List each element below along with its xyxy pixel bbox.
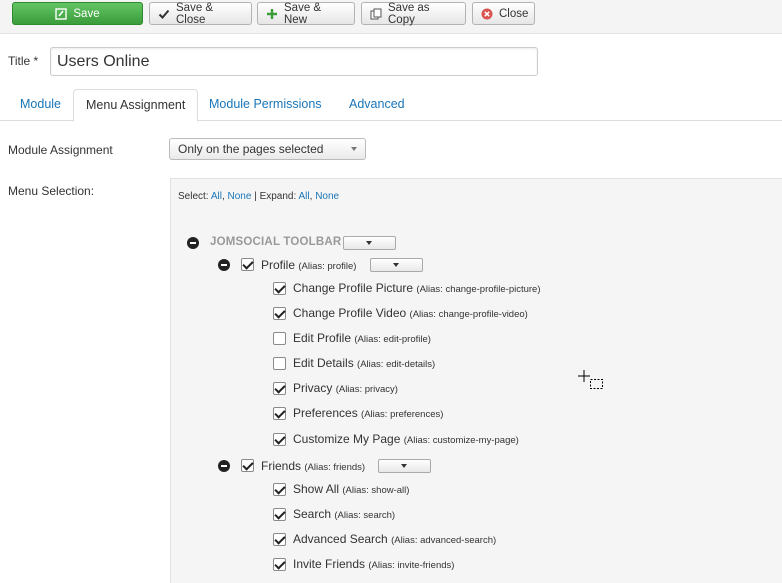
menu-item: Change Profile Video (Alias: change-prof… [293, 306, 528, 320]
module-assignment-label: Module Assignment [8, 143, 113, 157]
menu-item: Edit Details (Alias: edit-details) [293, 356, 436, 370]
menu-item-friends: Friends (Alias: friends) [261, 459, 366, 473]
menu-root-label: JOMSOCIAL TOOLBAR [210, 236, 342, 248]
item-checkbox[interactable] [273, 483, 286, 496]
save-close-button[interactable]: Save & Close [149, 2, 252, 26]
save-copy-button[interactable]: Save as Copy [361, 2, 466, 26]
item-checkbox[interactable] [273, 533, 286, 546]
item-checkbox[interactable] [273, 558, 286, 571]
title-label: Title * [8, 54, 39, 68]
tab-module-permissions[interactable]: Module Permissions [197, 89, 334, 121]
drag-cursor-icon [578, 370, 603, 389]
menu-item-profile: Profile (Alias: profile) [261, 258, 357, 272]
collapse-icon[interactable] [187, 237, 199, 249]
item-checkbox[interactable] [273, 332, 286, 345]
item-checkbox[interactable] [273, 433, 286, 446]
friends-checkbox[interactable] [241, 459, 254, 472]
menu-item: Show All (Alias: show-all) [293, 482, 410, 496]
menu-selection-label: Menu Selection: [8, 184, 95, 198]
menu-item: Advanced Search (Alias: advanced-search) [293, 532, 497, 546]
collapse-icon[interactable] [218, 460, 230, 472]
tab-module[interactable]: Module [8, 89, 73, 121]
tab-menu-assignment[interactable]: Menu Assignment [73, 89, 199, 122]
plus-icon [266, 8, 278, 20]
item-checkbox[interactable] [273, 382, 286, 395]
select-expand-links: Select: All, None | Expand: All, None [178, 191, 340, 202]
toolbar: Save Save & Close Save & New Save as Cop… [0, 0, 782, 34]
collapse-icon[interactable] [218, 259, 230, 271]
expand-none-link[interactable]: None [315, 191, 339, 202]
root-options-dropdown[interactable] [343, 236, 396, 250]
item-checkbox[interactable] [273, 307, 286, 320]
menu-item: Customize My Page (Alias: customize-my-p… [293, 432, 519, 446]
select-all-link[interactable]: All [211, 191, 222, 202]
check-icon [158, 8, 170, 20]
item-checkbox[interactable] [273, 407, 286, 420]
expand-all-link[interactable]: All [299, 191, 310, 202]
item-checkbox[interactable] [273, 357, 286, 370]
title-input[interactable] [50, 47, 538, 76]
close-button[interactable]: Close [472, 2, 535, 25]
profile-options-dropdown[interactable] [370, 258, 423, 272]
menu-item: Search (Alias: search) [293, 507, 396, 521]
menu-item: Invite Friends (Alias: invite-friends) [293, 557, 455, 571]
copy-icon [370, 8, 382, 20]
select-none-link[interactable]: None [228, 191, 252, 202]
menu-item: Privacy (Alias: privacy) [293, 381, 398, 395]
close-circle-icon [481, 8, 493, 20]
caret-down-icon [351, 147, 357, 151]
item-checkbox[interactable] [273, 282, 286, 295]
menu-item: Preferences (Alias: preferences) [293, 406, 444, 420]
tab-advanced[interactable]: Advanced [337, 89, 417, 121]
module-assignment-select[interactable]: Only on the pages selected [169, 138, 366, 160]
friends-options-dropdown[interactable] [378, 459, 431, 473]
edit-icon [55, 7, 68, 20]
tab-bar: Module Menu Assignment Module Permission… [0, 89, 782, 122]
item-checkbox[interactable] [273, 508, 286, 521]
save-new-button[interactable]: Save & New [257, 2, 355, 26]
menu-item: Edit Profile (Alias: edit-profile) [293, 331, 431, 345]
menu-item: Change Profile Picture (Alias: change-pr… [293, 281, 541, 295]
save-button[interactable]: Save [12, 2, 143, 25]
profile-checkbox[interactable] [241, 258, 254, 271]
